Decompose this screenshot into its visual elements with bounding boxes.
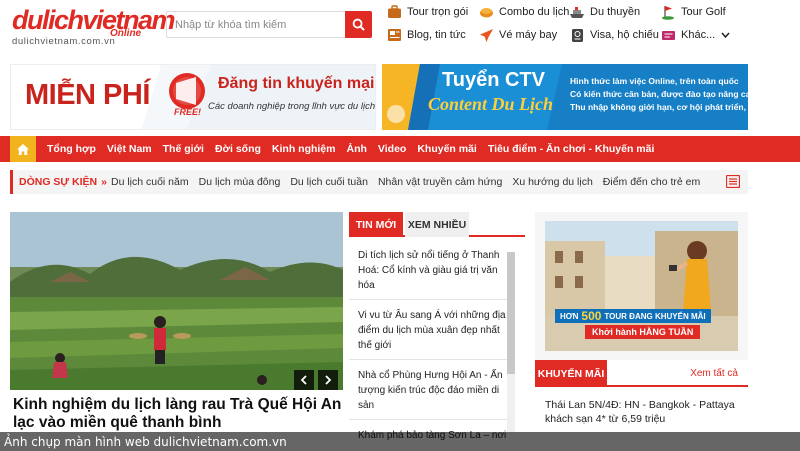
list-item[interactable]: Di tích lịch sử nổi tiếng ở Thanh Hoá: C…: [349, 240, 515, 300]
list-item[interactable]: Vi vu từ Âu sang Á với những địa điểm du…: [349, 300, 515, 360]
promo-strip-1: HƠN 500 TOUR ĐANG KHUYẾN MÃI: [555, 309, 711, 323]
news-list: Di tích lịch sử nổi tiếng ở Thanh Hoá: C…: [349, 240, 515, 449]
main-nav: Tổng hợp Việt Nam Thế giới Đời sống Kinh…: [0, 136, 800, 162]
events-title: DÒNG SỰ KIỆN: [19, 176, 98, 188]
nav-anh[interactable]: Ảnh: [347, 143, 367, 155]
banner-big-text: MIỄN PHÍ: [25, 79, 150, 111]
khuyen-mai-label[interactable]: KHUYẾN MÃI: [535, 360, 607, 387]
search-input[interactable]: [167, 12, 347, 37]
passport-icon: [569, 27, 585, 43]
village-photo: [10, 212, 343, 390]
news-icon: [386, 27, 402, 43]
news-scroll-thumb[interactable]: [507, 252, 515, 374]
nav-doi-song[interactable]: Đời sống: [215, 143, 261, 155]
event-item[interactable]: Điểm đến cho trẻ em: [603, 176, 700, 188]
quick-link-combo[interactable]: Combo du lịch: [478, 4, 569, 20]
search-icon: [352, 18, 365, 31]
event-item[interactable]: Xu hướng du lịch: [512, 176, 592, 188]
quick-link-cruise[interactable]: Du thuyền: [569, 4, 640, 20]
event-item[interactable]: Du lịch cuối năm: [111, 176, 189, 188]
nav-tong-hop[interactable]: Tổng hợp: [47, 143, 96, 155]
banner-recruit-ctv[interactable]: Tuyển CTV Content Du Lịch Hình thức làm …: [382, 64, 748, 130]
briefcase-icon: [386, 4, 402, 20]
promo-banner[interactable]: HƠN 500 TOUR ĐANG KHUYẾN MÃI Khởi hành H…: [545, 221, 738, 351]
recruit-line1: Tuyển CTV: [442, 69, 545, 91]
quick-link-tour[interactable]: Tour trọn gói: [386, 4, 468, 20]
banner-heading: Đăng tin khuyến mại: [218, 75, 375, 92]
recruit-desc1: Hình thức làm việc Online, trên toàn quố…: [570, 76, 739, 86]
more-icon: [660, 27, 676, 43]
events-bar: DÒNG SỰ KIỆN » Du lịch cuối năm Du lịch …: [10, 170, 748, 194]
event-item[interactable]: Nhân vật truyền cảm hứng: [378, 176, 502, 188]
search-box: [166, 11, 372, 38]
site-logo[interactable]: dulichvietnam Online dulichvietnam.com.v…: [12, 6, 176, 47]
quick-link-more[interactable]: Khác...: [660, 27, 730, 43]
featured-image[interactable]: [10, 212, 343, 390]
airplane-icon: [478, 27, 494, 43]
view-all-link[interactable]: Xem tất cả: [690, 368, 738, 379]
golf-icon: [660, 4, 676, 20]
slide-next-button[interactable]: [318, 370, 338, 390]
quick-link-flight[interactable]: Vé máy bay: [478, 27, 557, 43]
chevron-right-icon: [325, 375, 332, 385]
chevron-left-icon: [300, 375, 307, 385]
free-badge: FREE!: [174, 107, 201, 117]
search-button[interactable]: [345, 11, 372, 38]
event-item[interactable]: Du lịch mùa đông: [199, 176, 281, 188]
recruit-desc2: Có kiến thức căn bản, được đào tạo nâng …: [570, 89, 748, 99]
banner-sub: Các doanh nghiệp trong lĩnh vực du lịch: [208, 101, 376, 112]
recruit-desc3: Thu nhập không giới hạn, cơ hội phát tri…: [570, 102, 746, 112]
slide-prev-button[interactable]: [294, 370, 314, 390]
header: dulichvietnam Online dulichvietnam.com.v…: [0, 0, 800, 56]
featured-title[interactable]: Kinh nghiệm du lịch làng rau Trà Quế Hội…: [13, 396, 343, 432]
event-item[interactable]: Du lịch cuối tuần: [290, 176, 368, 188]
banner-free-ads[interactable]: MIỄN PHÍ FREE! Đăng tin khuyến mại Các d…: [10, 64, 376, 130]
nav-viet-nam[interactable]: Việt Nam: [107, 143, 152, 155]
nav-khuyen-mai[interactable]: Khuyến mãi: [417, 143, 477, 155]
list-item[interactable]: Nhà cổ Phùng Hưng Hội An - Ấn tượng kiến…: [349, 360, 515, 420]
khuyen-mai-header: KHUYẾN MÃI Xem tất cả: [535, 360, 748, 387]
events-accent: [10, 170, 13, 194]
nav-home[interactable]: [10, 136, 36, 162]
quick-link-visa[interactable]: Visa, hộ chiếu: [569, 27, 659, 43]
tab-xem-nhieu[interactable]: XEM NHIỀU: [405, 212, 469, 237]
quick-link-golf[interactable]: Tour Golf: [660, 4, 726, 20]
cruise-ship-icon: [569, 4, 585, 20]
tab-tin-moi[interactable]: TIN MỚI: [349, 212, 403, 237]
events-arrow: »: [101, 176, 107, 188]
list-menu-icon[interactable]: [725, 174, 741, 189]
logo-online: Online: [110, 28, 142, 39]
combo-icon: [478, 4, 494, 20]
nav-kinh-nghiem[interactable]: Kinh nghiệm: [272, 143, 336, 155]
promo-strip-2: Khởi hành HẰNG TUẦN: [585, 325, 701, 339]
nav-the-gioi[interactable]: Thế giới: [163, 143, 204, 155]
chevron-down-icon: [721, 29, 730, 41]
recruit-line2: Content Du Lịch: [428, 94, 554, 114]
home-icon: [17, 143, 29, 155]
quick-link-blog[interactable]: Blog, tin tức: [386, 27, 466, 43]
screenshot-caption: Ảnh chụp màn hình web dulichvietnam.com.…: [0, 432, 800, 451]
nav-video[interactable]: Video: [378, 143, 406, 155]
nav-tieu-diem[interactable]: Tiêu điểm - Ăn chơi - Khuyến mãi: [488, 143, 655, 155]
promo-item[interactable]: Thái Lan 5N/4Đ: HN - Bangkok - Pattaya k…: [545, 398, 745, 426]
news-tabs: TIN MỚI XEM NHIỀU: [349, 212, 525, 237]
